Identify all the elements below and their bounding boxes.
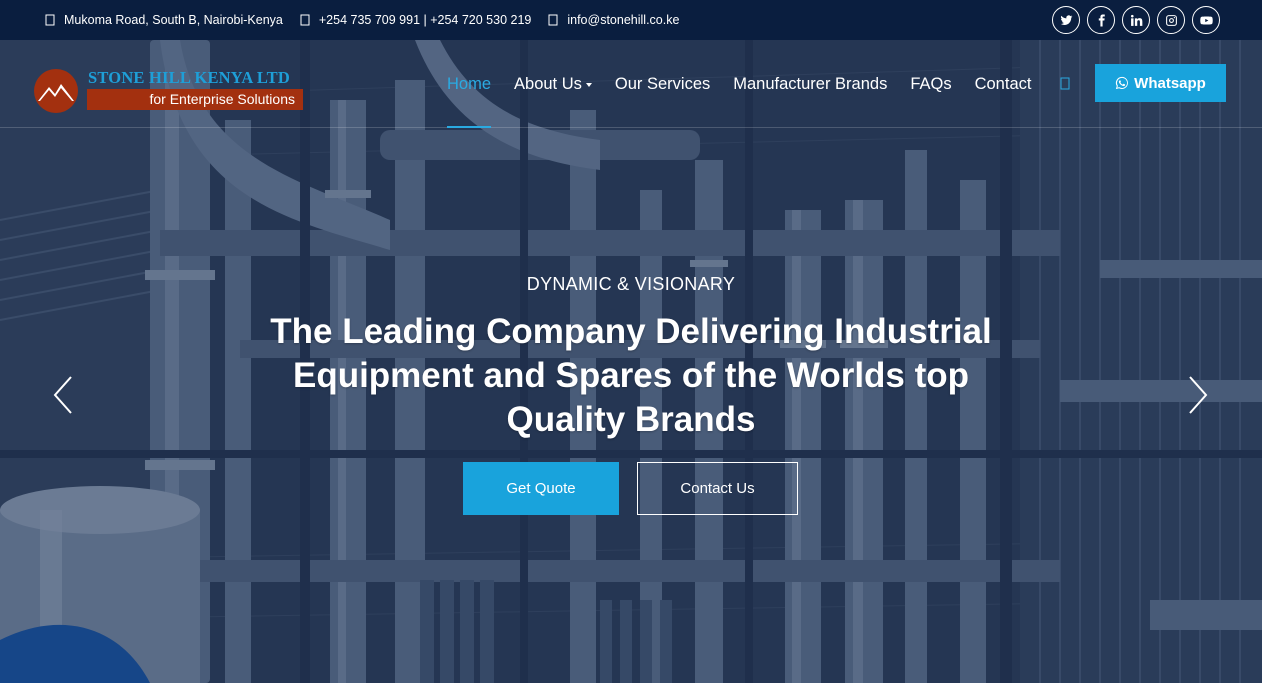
slider-next-arrow[interactable] [1187,374,1209,416]
chevron-left-icon [53,376,72,414]
nav-manufacturer-brands[interactable]: Manufacturer Brands [733,40,887,128]
site-header: STONE HILL KENYA LTD for Enterprise Solu… [0,40,1262,128]
facebook-icon[interactable] [1087,6,1115,34]
envelope-icon [547,14,559,26]
nav-home[interactable]: Home [447,40,492,128]
slider-prev-arrow[interactable] [52,374,74,416]
get-quote-button[interactable]: Get Quote [463,462,619,515]
nav-about-us[interactable]: About Us [514,40,592,128]
main-nav: Home About Us Our Services Manufacturer … [447,40,1072,128]
brand-name: STONE HILL KENYA LTD [88,68,290,87]
whatsapp-button[interactable]: Whatsapp [1095,64,1226,102]
phone-text[interactable]: +254 735 709 991 | +254 720 530 219 [319,13,531,27]
linkedin-icon[interactable] [1122,6,1150,34]
map-marker-icon [44,14,56,26]
whatsapp-label: Whatsapp [1134,74,1206,92]
top-contact-bar: Mukoma Road, South B, Nairobi-Kenya +254… [0,0,1262,40]
nav-contact[interactable]: Contact [975,40,1032,128]
mountain-logo-icon [34,69,78,113]
phone-item[interactable]: +254 735 709 991 | +254 720 530 219 [299,13,531,27]
email-item[interactable]: info@stonehill.co.ke [547,13,679,27]
contact-us-button[interactable]: Contact Us [637,462,798,515]
nav-about-us-label: About Us [514,74,582,93]
brand-logo[interactable]: STONE HILL KENYA LTD for Enterprise Solu… [34,68,306,113]
twitter-icon[interactable] [1052,6,1080,34]
phone-icon [299,14,311,26]
brand-tagline: for Enterprise Solutions [87,89,303,110]
hero-kicker: DYNAMIC & VISIONARY [526,274,736,294]
social-links [1052,6,1220,34]
nav-faqs[interactable]: FAQs [910,40,951,128]
chevron-right-icon [1189,376,1208,414]
whatsapp-icon [1116,76,1129,90]
address-text: Mukoma Road, South B, Nairobi-Kenya [64,13,283,27]
instagram-icon[interactable] [1157,6,1185,34]
email-link[interactable]: info@stonehill.co.ke [567,13,679,27]
chevron-down-icon [585,82,592,87]
address-item: Mukoma Road, South B, Nairobi-Kenya [44,13,283,27]
hero-headline: The Leading Company Delivering Industria… [270,312,992,439]
nav-our-services[interactable]: Our Services [615,40,710,128]
youtube-icon[interactable] [1192,6,1220,34]
search-icon[interactable] [1058,77,1072,91]
